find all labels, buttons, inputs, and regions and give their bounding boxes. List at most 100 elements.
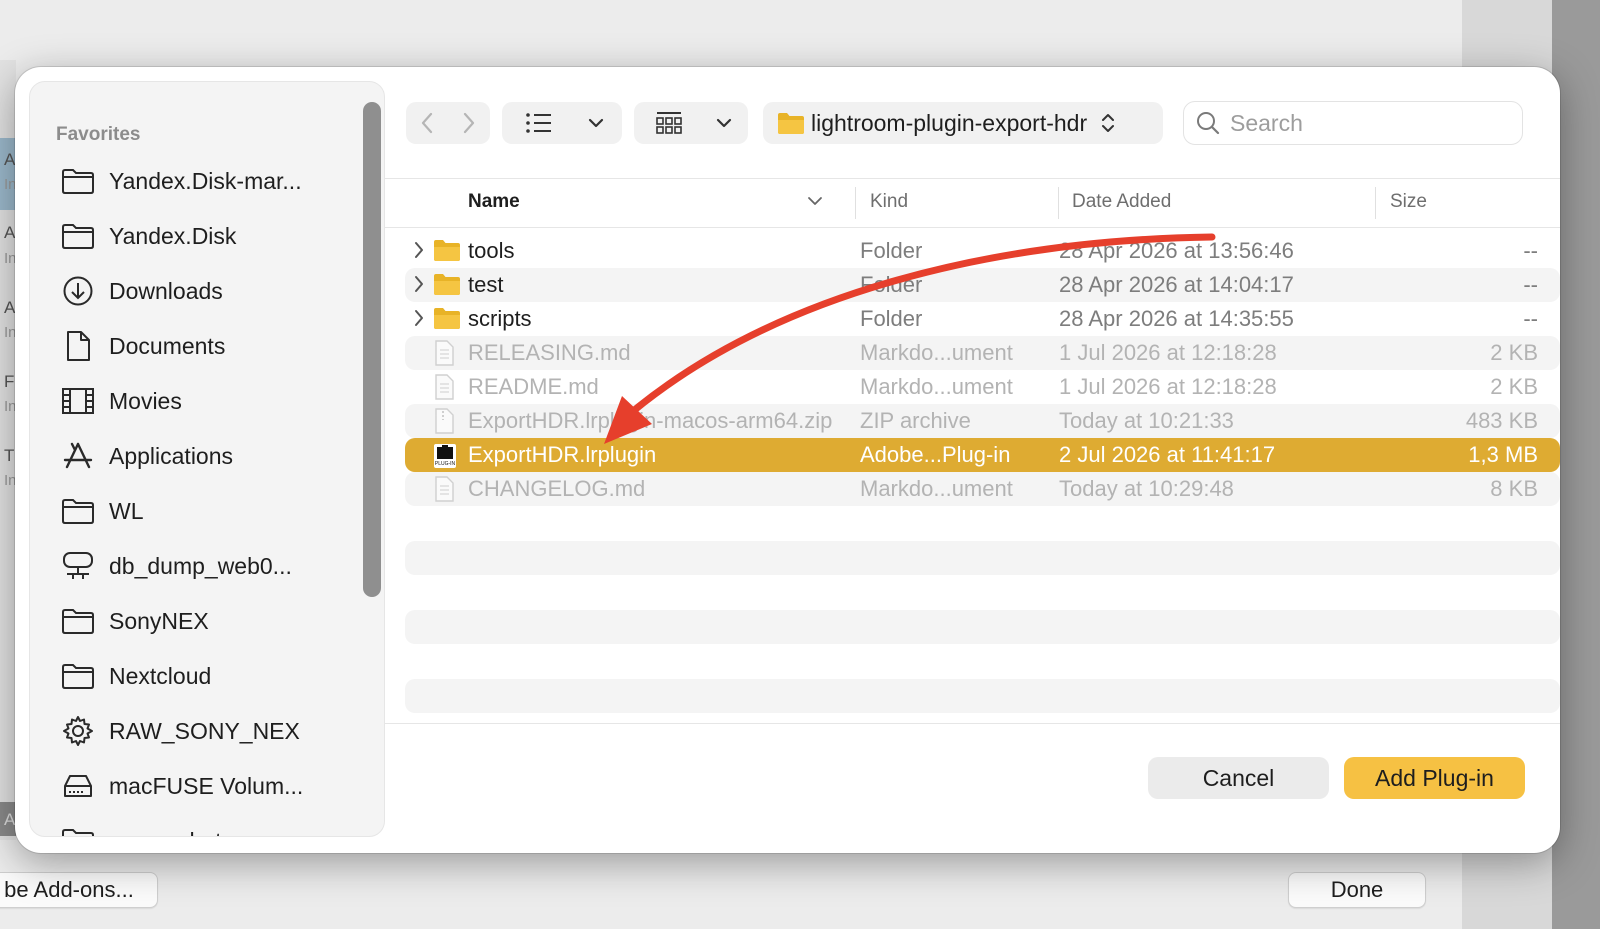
file-kind: Adobe...Plug-in xyxy=(860,442,1011,467)
file-kind: Folder xyxy=(860,306,923,331)
sidebar-item-label: Documents xyxy=(109,332,226,359)
table-header: Name Kind Date Added Size xyxy=(385,178,1560,228)
add-plugin-button[interactable]: Add Plug-in xyxy=(1344,757,1525,799)
sidebar-item-label: Yandex.Disk xyxy=(109,222,237,249)
table-row[interactable]: tools Folder 28 Apr 2026 at 13:56:46 -- xyxy=(405,234,1560,268)
file-size: 2 KB xyxy=(1490,340,1538,365)
search-icon xyxy=(1196,111,1220,135)
background-list-text: A xyxy=(4,150,16,169)
cancel-button[interactable]: Cancel xyxy=(1148,757,1329,799)
file-date-added: 1 Jul 2026 at 12:18:28 xyxy=(1059,340,1277,365)
sidebar-item-nextcloud[interactable]: Nextcloud xyxy=(60,654,340,698)
path-label: lightroom-plugin-export-hdr xyxy=(811,109,1088,136)
chevron-down-icon xyxy=(576,102,616,144)
sidebar-item-downloads[interactable]: Downloads xyxy=(60,269,340,313)
file-size: 8 KB xyxy=(1490,476,1538,501)
sidebar-item-db-dump[interactable]: db_dump_web0... xyxy=(60,544,340,588)
disclosure-triangle-icon[interactable] xyxy=(413,308,425,333)
table-row[interactable]: scripts Folder 28 Apr 2026 at 14:35:55 -… xyxy=(405,302,1560,336)
disclosure-triangle-icon[interactable] xyxy=(413,274,425,299)
plugin-icon-text: PLUG-IN xyxy=(435,461,456,467)
sidebar-item-label: screenshots xyxy=(109,828,233,837)
background-list-text: A xyxy=(4,298,16,317)
folder-icon xyxy=(433,238,461,267)
column-header-date-added[interactable]: Date Added xyxy=(1072,191,1171,213)
sidebar-item-movies[interactable]: Movies xyxy=(60,379,340,423)
done-button[interactable]: Done xyxy=(1288,872,1426,908)
path-popup[interactable]: lightroom-plugin-export-hdr xyxy=(763,102,1163,144)
folder-icon xyxy=(60,219,96,253)
background-list-text: A xyxy=(4,810,16,829)
sidebar-item-raw-sony-nex[interactable]: RAW_SONY_NEX xyxy=(60,709,340,753)
view-mode-button[interactable] xyxy=(502,102,622,144)
sort-chevron-down-icon[interactable] xyxy=(807,196,823,206)
sidebar-item-label: RAW_SONY_NEX xyxy=(109,717,300,744)
applications-icon xyxy=(60,439,96,473)
back-button[interactable] xyxy=(406,102,448,144)
file-size: -- xyxy=(1523,272,1538,297)
sidebar-item-macfuse[interactable]: macFUSE Volum... xyxy=(60,764,340,808)
column-header-kind[interactable]: Kind xyxy=(870,191,908,213)
search-input[interactable] xyxy=(1230,109,1510,137)
sidebar-item-label: macFUSE Volum... xyxy=(109,772,304,799)
sidebar-item-applications[interactable]: Applications xyxy=(60,434,340,478)
background-list-text: F xyxy=(4,372,15,391)
file-kind: Markdo...ument xyxy=(860,476,1013,501)
column-separator[interactable] xyxy=(855,187,856,219)
file-date-added: 28 Apr 2026 at 13:56:46 xyxy=(1059,238,1294,263)
background-list-text: T xyxy=(4,446,15,465)
sidebar-item-wl[interactable]: WL xyxy=(60,489,340,533)
table-row: README.md Markdo...ument 1 Jul 2026 at 1… xyxy=(405,370,1560,404)
drive-icon xyxy=(60,769,96,803)
file-name: ExportHDR.lrplugin-macos-arm64.zip xyxy=(468,408,833,433)
file-date-added: 28 Apr 2026 at 14:35:55 xyxy=(1059,306,1294,331)
download-icon xyxy=(60,274,96,308)
sidebar-item-sonynex[interactable]: SonyNEX xyxy=(60,599,340,643)
sidebar-item-documents[interactable]: Documents xyxy=(60,324,340,368)
file-date-added: Today at 10:29:48 xyxy=(1059,476,1234,501)
sidebar-item-yandex-disk-mar[interactable]: Yandex.Disk-mar... xyxy=(60,159,340,203)
empty-row xyxy=(405,541,1560,575)
empty-row xyxy=(405,610,1560,644)
footer-divider xyxy=(385,723,1560,724)
file-name: README.md xyxy=(468,374,599,399)
file-name: tools xyxy=(468,238,515,263)
file-kind: Markdo...ument xyxy=(860,374,1013,399)
grid-view-icon xyxy=(634,102,704,144)
folder-icon xyxy=(60,659,96,693)
file-name: ExportHDR.lrplugin xyxy=(468,442,657,467)
table-row-selected[interactable]: PLUG-IN ExportHDR.lrplugin Adobe...Plug-… xyxy=(405,438,1560,472)
file-date-added: 28 Apr 2026 at 14:04:17 xyxy=(1059,272,1294,297)
zip-file-icon xyxy=(433,408,455,439)
sidebar-item-label: SonyNEX xyxy=(109,607,209,634)
sidebar-scrollbar[interactable] xyxy=(363,102,381,597)
sidebar-item-yandex-disk[interactable]: Yandex.Disk xyxy=(60,214,340,258)
forward-button[interactable] xyxy=(448,102,490,144)
column-separator[interactable] xyxy=(1375,187,1376,219)
file-date-added: 2 Jul 2026 at 11:41:17 xyxy=(1059,442,1276,467)
chevron-down-icon xyxy=(704,102,744,144)
column-header-name[interactable]: Name xyxy=(468,191,520,213)
file-kind: Markdo...ument xyxy=(860,340,1013,365)
sidebar-item-label: Yandex.Disk-mar... xyxy=(109,167,302,194)
gear-icon xyxy=(60,714,96,748)
empty-row xyxy=(405,679,1560,713)
column-header-size[interactable]: Size xyxy=(1390,191,1427,213)
file-size: -- xyxy=(1523,238,1538,263)
file-date-added: Today at 10:21:33 xyxy=(1059,408,1234,433)
group-by-button[interactable] xyxy=(634,102,748,144)
manage-addons-button[interactable]: be Add-ons... xyxy=(0,872,158,908)
file-kind: Folder xyxy=(860,238,923,263)
table-row[interactable]: test Folder 28 Apr 2026 at 14:04:17 -- xyxy=(405,268,1560,302)
table-row: ExportHDR.lrplugin-macos-arm64.zip ZIP a… xyxy=(405,404,1560,438)
folder-icon xyxy=(433,306,461,335)
chevron-up-down-icon xyxy=(1101,112,1115,134)
sidebar-item-label: Downloads xyxy=(109,277,223,304)
column-separator[interactable] xyxy=(1058,187,1059,219)
search-field[interactable] xyxy=(1183,101,1523,145)
file-name: CHANGELOG.md xyxy=(468,476,646,501)
file-name: scripts xyxy=(468,306,532,331)
folder-icon xyxy=(60,494,96,528)
sidebar-item-screenshots[interactable]: screenshots xyxy=(60,819,340,837)
disclosure-triangle-icon[interactable] xyxy=(413,240,425,265)
